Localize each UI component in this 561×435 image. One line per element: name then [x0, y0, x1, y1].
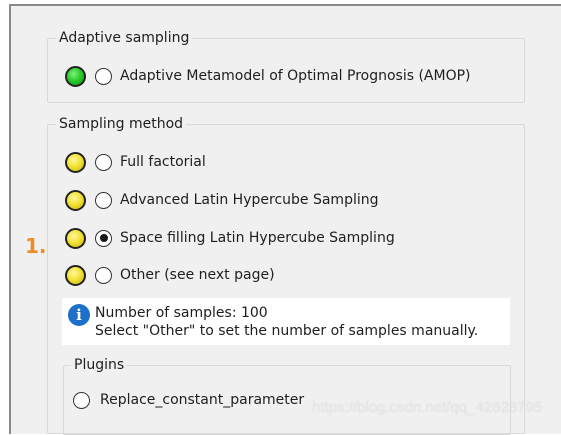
option-full-factorial[interactable]: Full factorial: [65, 151, 206, 173]
info-hint: Select "Other" to set the number of samp…: [95, 323, 479, 339]
option-label: Space filling Latin Hypercube Sampling: [120, 230, 395, 246]
option-label: Replace_constant_parameter: [100, 392, 305, 408]
radio-button-selected[interactable]: [95, 229, 112, 247]
option-label: Full factorial: [120, 154, 206, 170]
samples-info-box: i Number of samples: 100 Select "Other" …: [62, 298, 510, 345]
option-space-filling-lhs[interactable]: Space filling Latin Hypercube Sampling: [65, 227, 395, 249]
sampling-method-title: Sampling method: [56, 116, 187, 133]
status-yellow-icon: [65, 227, 86, 249]
radio-button[interactable]: [95, 153, 112, 171]
radio-button[interactable]: [73, 391, 90, 409]
option-other[interactable]: Other (see next page): [65, 264, 275, 286]
info-icon: i: [68, 304, 90, 326]
radio-button[interactable]: [95, 67, 112, 85]
status-yellow-icon: [65, 151, 86, 173]
watermark: https://blog.csdn.net/qq_42628795: [312, 399, 543, 416]
step-marker: 1.: [25, 234, 47, 258]
status-yellow-icon: [65, 264, 86, 286]
option-label: Adaptive Metamodel of Optimal Prognosis …: [120, 68, 471, 84]
option-replace-constant-parameter[interactable]: Replace_constant_parameter: [73, 389, 304, 411]
radio-button[interactable]: [95, 191, 112, 209]
radio-button[interactable]: [95, 266, 112, 284]
status-yellow-icon: [65, 189, 86, 211]
option-advanced-lhs[interactable]: Advanced Latin Hypercube Sampling: [65, 189, 379, 211]
option-amop[interactable]: Adaptive Metamodel of Optimal Prognosis …: [65, 65, 471, 87]
option-label: Other (see next page): [120, 267, 275, 283]
option-label: Advanced Latin Hypercube Sampling: [120, 192, 379, 208]
info-samples-count: Number of samples: 100: [95, 305, 268, 321]
status-green-icon: [65, 65, 86, 87]
plugins-title: Plugins: [71, 357, 128, 374]
adaptive-sampling-title: Adaptive sampling: [56, 30, 193, 47]
